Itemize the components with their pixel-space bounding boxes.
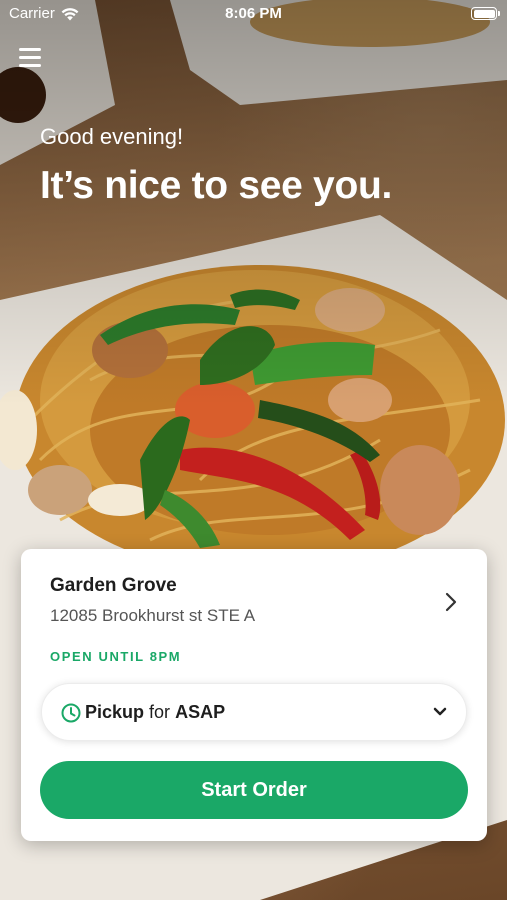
hamburger-menu-icon[interactable] xyxy=(19,48,41,68)
start-order-button[interactable]: Start Order xyxy=(40,761,468,819)
order-mode-label: Pickup for ASAP xyxy=(85,702,225,723)
battery-icon xyxy=(471,7,500,20)
store-hours-badge: OPEN UNTIL 8PM xyxy=(50,649,182,664)
order-mode-type: Pickup xyxy=(85,702,145,722)
welcome-headline: It’s nice to see you. xyxy=(40,164,393,207)
store-address: 12085 Brookhurst st STE A xyxy=(50,606,256,625)
status-time: 8:06 PM xyxy=(225,5,282,22)
chevron-right-icon xyxy=(445,592,457,612)
store-name: Garden Grove xyxy=(50,575,177,596)
greeting-text: Good evening! xyxy=(40,124,184,149)
clock-icon xyxy=(61,703,81,723)
status-bar: Carrier 8:06 PM xyxy=(0,0,507,28)
order-mode-time: ASAP xyxy=(175,702,226,722)
order-mode-connector: for xyxy=(149,702,171,722)
store-order-card: Garden Grove 12085 Brookhurst st STE A O… xyxy=(21,549,487,841)
order-mode-select[interactable]: Pickup for ASAP xyxy=(41,683,467,741)
chevron-down-icon xyxy=(433,707,447,716)
store-selector[interactable]: Garden Grove 12085 Brookhurst st STE A xyxy=(50,575,463,631)
